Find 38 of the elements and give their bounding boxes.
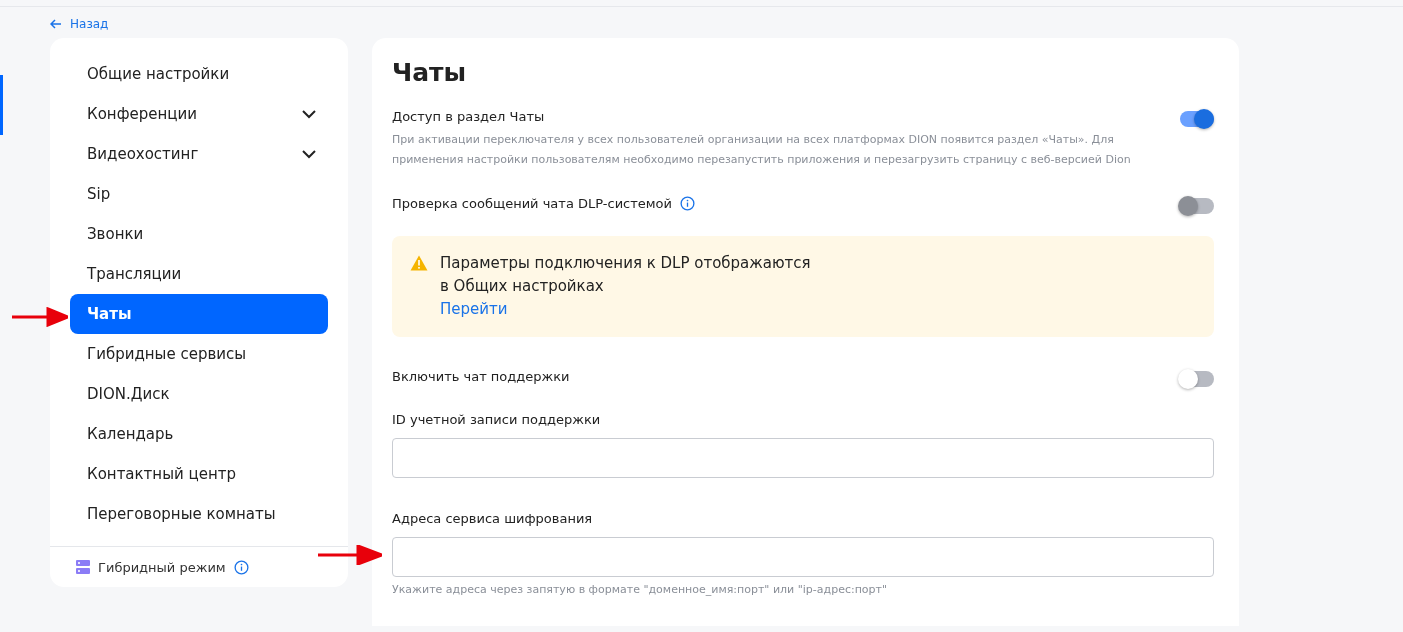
hybrid-mode-label: Гибридный режим bbox=[98, 559, 226, 575]
sidebar-item[interactable]: Видеохостинг bbox=[70, 134, 328, 174]
sidebar-item[interactable]: DION.Диск bbox=[70, 374, 328, 414]
back-link[interactable]: Назад bbox=[50, 17, 109, 31]
active-edge-marker bbox=[0, 75, 3, 135]
setting-label: Включить чат поддержки bbox=[392, 369, 570, 384]
sidebar-item[interactable]: Переговорные комнаты bbox=[70, 494, 328, 534]
go-link[interactable]: Перейти bbox=[440, 300, 508, 318]
arrow-left-icon bbox=[50, 19, 62, 29]
annotation-arrow-icon bbox=[12, 307, 68, 327]
annotation-arrow-icon bbox=[318, 545, 382, 565]
field-label: Адреса сервиса шифрования bbox=[392, 511, 593, 526]
sidebar-item[interactable]: Общие настройки bbox=[70, 54, 328, 94]
sidebar-item[interactable]: Гибридные сервисы bbox=[70, 334, 328, 374]
setting-label: Доступ в раздел Чаты bbox=[392, 109, 545, 124]
input-field[interactable] bbox=[392, 438, 1214, 478]
toggle-switch[interactable] bbox=[1180, 371, 1214, 387]
chevron-down-icon bbox=[302, 109, 316, 119]
field-label: ID учетной записи поддержки bbox=[392, 412, 601, 427]
server-icon bbox=[76, 560, 90, 574]
chevron-down-icon bbox=[302, 149, 316, 159]
page-title: Чаты bbox=[392, 58, 468, 87]
sidebar-item[interactable]: Календарь bbox=[70, 414, 328, 454]
info-icon bbox=[233, 559, 249, 575]
sidebar-item[interactable]: Контактный центр bbox=[70, 454, 328, 494]
field-hint: Укажите адреса через запятую в формате "доменное_имя:порт" или "ip-адрес:порт" bbox=[392, 583, 889, 596]
sidebar-item[interactable]: Звонки bbox=[70, 214, 328, 254]
info-icon bbox=[680, 196, 696, 211]
sidebar-item[interactable]: Чаты bbox=[70, 294, 328, 334]
toggle-switch[interactable] bbox=[1180, 111, 1214, 127]
input-field[interactable] bbox=[392, 537, 1214, 577]
sidebar-item[interactable]: Конференции bbox=[70, 94, 328, 134]
warning-icon bbox=[410, 255, 428, 271]
setting-label: Проверка сообщений чата DLP-системой bbox=[392, 196, 673, 211]
sidebar-item[interactable]: Трансляции bbox=[70, 254, 328, 294]
sidebar-item[interactable]: Sip bbox=[70, 174, 328, 214]
setting-description: При активации переключателя у всех пользователей организации на всех платформах DION появится раздел «Чаты». Для применения настройки пользователям необходимо перезапустить приложения и перезагрузить страницу с веб-версией Dion bbox=[392, 132, 1132, 168]
notice-text: Параметры подключения к DLP отображаются в Общих настройках bbox=[440, 253, 811, 297]
